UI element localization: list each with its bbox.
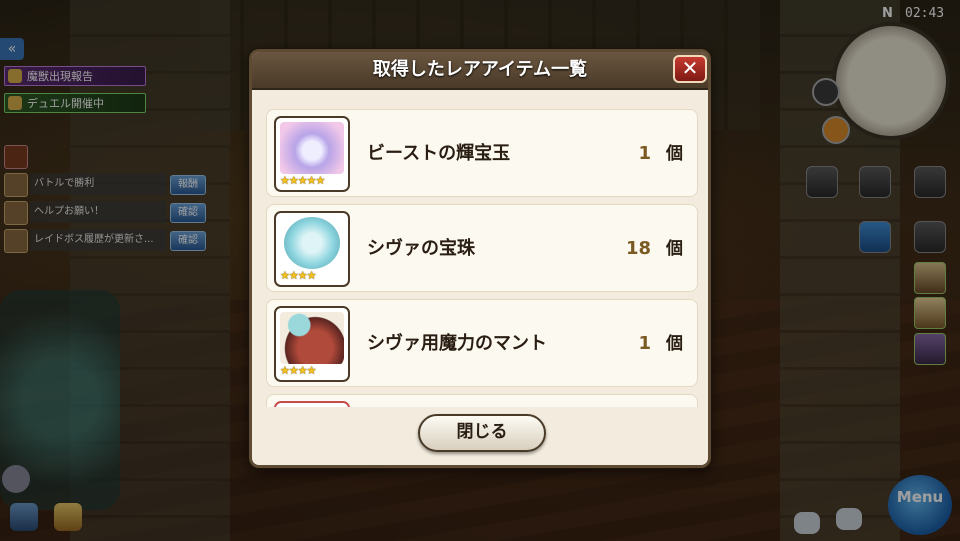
- item-row: ★★★★ シヴァの宝珠 18 個: [266, 204, 698, 292]
- item-row: ★★★★★ ビーストの輝宝玉 1 個: [266, 109, 698, 197]
- rare-item-dialog: 取得したレアアイテム一覧 ✕ ★★★★★ ビーストの輝宝玉 1 個 ★★★★ シ…: [249, 49, 711, 468]
- cloak-item-icon: [280, 312, 344, 364]
- rarity-stars: ★★★★: [280, 364, 316, 377]
- gem-item-icon: [284, 217, 340, 269]
- item-count-unit: 個: [666, 334, 683, 354]
- item-list[interactable]: ★★★★★ ビーストの輝宝玉 1 個 ★★★★ シヴァの宝珠 18 個 ★★★★…: [266, 109, 698, 407]
- item-thumbnail: ★★★★: [274, 211, 350, 287]
- close-button[interactable]: 閉じる: [418, 414, 546, 452]
- rarity-stars: ★★★★: [280, 269, 316, 282]
- item-thumbnail: [274, 401, 350, 407]
- item-name: シヴァ用魔力のマント: [367, 333, 547, 354]
- item-count-unit: 個: [666, 144, 683, 164]
- dialog-title: 取得したレアアイテム一覧: [372, 59, 588, 80]
- orb-item-icon: [280, 122, 344, 174]
- item-thumbnail: ★★★★★: [274, 116, 350, 192]
- item-name: ビーストの輝宝玉: [367, 143, 511, 164]
- item-count: 1: [638, 143, 651, 164]
- close-icon[interactable]: ✕: [673, 55, 707, 83]
- item-name: シヴァの宝珠: [367, 238, 475, 259]
- item-row-partial: [266, 394, 698, 407]
- item-count-unit: 個: [666, 239, 683, 259]
- item-count: 1: [638, 333, 651, 354]
- item-thumbnail: ★★★★: [274, 306, 350, 382]
- item-count: 18: [625, 238, 651, 259]
- rarity-stars: ★★★★★: [280, 174, 325, 187]
- item-row: ★★★★ シヴァ用魔力のマント 1 個: [266, 299, 698, 387]
